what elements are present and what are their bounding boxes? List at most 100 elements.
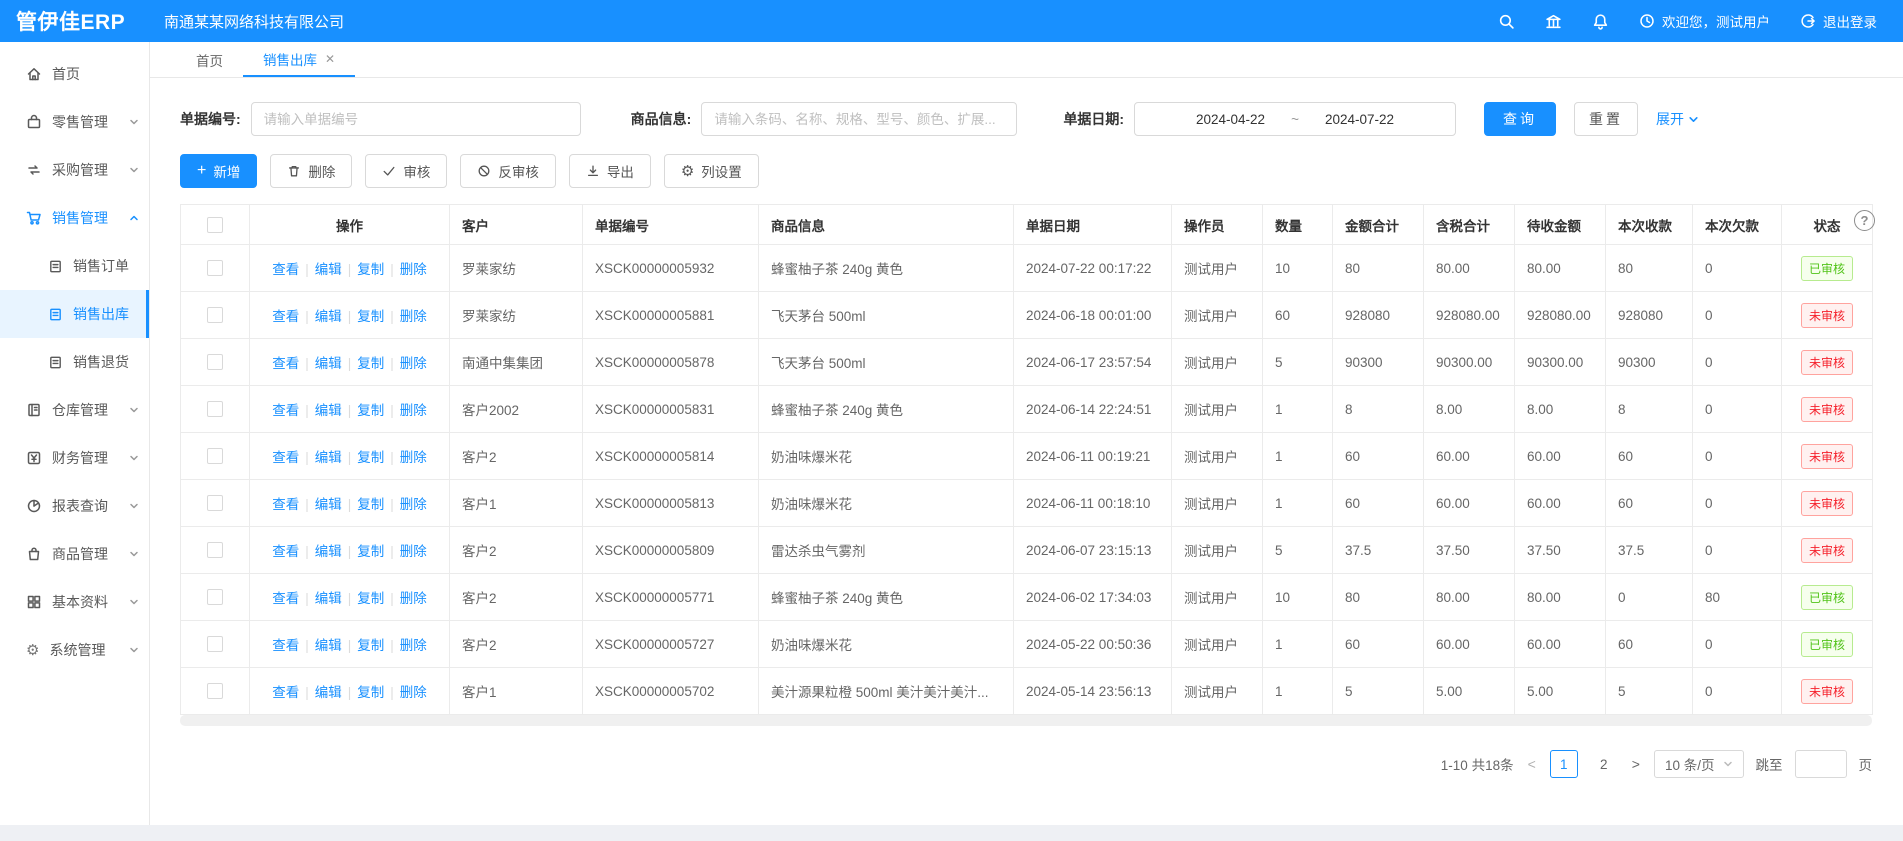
date-to[interactable]: 2024-07-22 bbox=[1325, 112, 1394, 127]
delete-link[interactable]: 删除 bbox=[400, 262, 427, 277]
edit-link[interactable]: 编辑 bbox=[315, 356, 342, 371]
sidebar-item-system[interactable]: ⚙ 系统管理 bbox=[0, 626, 149, 674]
select-all-checkbox[interactable] bbox=[207, 217, 223, 233]
row-checkbox[interactable] bbox=[207, 354, 223, 370]
edit-link[interactable]: 编辑 bbox=[315, 685, 342, 700]
view-link[interactable]: 查看 bbox=[272, 450, 299, 465]
prev-page-button[interactable]: < bbox=[1526, 756, 1538, 772]
edit-link[interactable]: 编辑 bbox=[315, 262, 342, 277]
qty-cell: 1 bbox=[1263, 668, 1333, 715]
column-settings-button[interactable]: ⚙ 列设置 bbox=[664, 154, 759, 188]
date-range-picker[interactable]: 2024-04-22 ~ 2024-07-22 bbox=[1134, 102, 1456, 136]
view-link[interactable]: 查看 bbox=[272, 497, 299, 512]
delete-link[interactable]: 删除 bbox=[400, 450, 427, 465]
row-checkbox[interactable] bbox=[207, 589, 223, 605]
product-info-input[interactable] bbox=[701, 102, 1017, 136]
next-page-button[interactable]: > bbox=[1630, 756, 1642, 772]
view-link[interactable]: 查看 bbox=[272, 403, 299, 418]
welcome-user[interactable]: 欢迎您，测试用户 bbox=[1639, 11, 1770, 31]
tab-sales-outbound[interactable]: 销售出库 ✕ bbox=[243, 42, 355, 77]
sidebar-item-home[interactable]: 首页 bbox=[0, 50, 149, 98]
bell-icon[interactable] bbox=[1592, 13, 1609, 30]
row-checkbox[interactable] bbox=[207, 495, 223, 511]
copy-link[interactable]: 复制 bbox=[357, 591, 384, 606]
sidebar-label: 商品管理 bbox=[52, 544, 108, 564]
edit-link[interactable]: 编辑 bbox=[315, 591, 342, 606]
row-checkbox[interactable] bbox=[207, 683, 223, 699]
sidebar-item-finance[interactable]: 财务管理 bbox=[0, 434, 149, 482]
delete-link[interactable]: 删除 bbox=[400, 544, 427, 559]
page-button-2[interactable]: 2 bbox=[1590, 750, 1618, 778]
delete-link[interactable]: 删除 bbox=[400, 638, 427, 653]
view-link[interactable]: 查看 bbox=[272, 591, 299, 606]
view-link[interactable]: 查看 bbox=[272, 544, 299, 559]
edit-link[interactable]: 编辑 bbox=[315, 638, 342, 653]
sidebar-item-products[interactable]: 商品管理 bbox=[0, 530, 149, 578]
search-icon[interactable] bbox=[1498, 13, 1515, 30]
expand-link[interactable]: 展开 bbox=[1656, 109, 1699, 129]
copy-link[interactable]: 复制 bbox=[357, 544, 384, 559]
sidebar-item-sales-return[interactable]: 销售退货 bbox=[0, 338, 149, 386]
sidebar-item-sales-outbound[interactable]: 销售出库 bbox=[0, 290, 149, 338]
edit-link[interactable]: 编辑 bbox=[315, 450, 342, 465]
view-link[interactable]: 查看 bbox=[272, 262, 299, 277]
export-button[interactable]: 导出 bbox=[569, 154, 651, 188]
delete-link[interactable]: 删除 bbox=[400, 403, 427, 418]
page-size-select[interactable]: 10 条/页 bbox=[1654, 750, 1744, 778]
sidebar-item-warehouse[interactable]: 仓库管理 bbox=[0, 386, 149, 434]
sidebar-item-reports[interactable]: 报表查询 bbox=[0, 482, 149, 530]
row-checkbox[interactable] bbox=[207, 448, 223, 464]
delete-link[interactable]: 删除 bbox=[400, 591, 427, 606]
organization-icon[interactable] bbox=[1545, 13, 1562, 30]
view-link[interactable]: 查看 bbox=[272, 356, 299, 371]
search-button[interactable]: 查询 bbox=[1484, 102, 1556, 136]
delete-link[interactable]: 删除 bbox=[400, 356, 427, 371]
table-row: 查看|编辑|复制|删除罗莱家纺XSCK00000005881飞天茅台 500ml… bbox=[181, 292, 1873, 339]
row-checkbox[interactable] bbox=[207, 307, 223, 323]
page-button-1[interactable]: 1 bbox=[1550, 750, 1578, 778]
doc-no-input[interactable] bbox=[251, 102, 581, 136]
help-icon[interactable]: ? bbox=[1854, 210, 1875, 231]
table-row: 查看|编辑|复制|删除客户2XSCK00000005771蜂蜜柚子茶 240g … bbox=[181, 574, 1873, 621]
close-icon[interactable]: ✕ bbox=[325, 52, 335, 66]
copy-link[interactable]: 复制 bbox=[357, 403, 384, 418]
row-checkbox[interactable] bbox=[207, 636, 223, 652]
jump-page-input[interactable] bbox=[1795, 750, 1847, 778]
delete-link[interactable]: 删除 bbox=[400, 685, 427, 700]
edit-link[interactable]: 编辑 bbox=[315, 497, 342, 512]
delete-button[interactable]: 删除 bbox=[270, 154, 352, 188]
audit-button[interactable]: 审核 bbox=[365, 154, 447, 188]
row-checkbox[interactable] bbox=[207, 401, 223, 417]
owed-cell: 0 bbox=[1693, 668, 1782, 715]
sidebar-item-basic-data[interactable]: 基本资料 bbox=[0, 578, 149, 626]
edit-link[interactable]: 编辑 bbox=[315, 544, 342, 559]
copy-link[interactable]: 复制 bbox=[357, 638, 384, 653]
sidebar-item-sales-order[interactable]: 销售订单 bbox=[0, 242, 149, 290]
logout-button[interactable]: 退出登录 bbox=[1800, 11, 1877, 31]
copy-link[interactable]: 复制 bbox=[357, 309, 384, 324]
edit-link[interactable]: 编辑 bbox=[315, 403, 342, 418]
horizontal-scrollbar[interactable] bbox=[180, 715, 1872, 726]
delete-link[interactable]: 删除 bbox=[400, 309, 427, 324]
reset-button[interactable]: 重置 bbox=[1574, 102, 1638, 136]
sidebar-item-sales[interactable]: 销售管理 bbox=[0, 194, 149, 242]
copy-link[interactable]: 复制 bbox=[357, 262, 384, 277]
tab-home[interactable]: 首页 bbox=[176, 42, 243, 77]
view-link[interactable]: 查看 bbox=[272, 638, 299, 653]
row-checkbox[interactable] bbox=[207, 542, 223, 558]
copy-link[interactable]: 复制 bbox=[357, 497, 384, 512]
copy-link[interactable]: 复制 bbox=[357, 356, 384, 371]
unaudit-button[interactable]: 反审核 bbox=[460, 154, 556, 188]
sidebar-item-purchase[interactable]: 采购管理 bbox=[0, 146, 149, 194]
add-button[interactable]: + 新增 bbox=[180, 154, 257, 188]
checkbox-cell bbox=[181, 527, 250, 574]
edit-link[interactable]: 编辑 bbox=[315, 309, 342, 324]
view-link[interactable]: 查看 bbox=[272, 309, 299, 324]
delete-link[interactable]: 删除 bbox=[400, 497, 427, 512]
copy-link[interactable]: 复制 bbox=[357, 450, 384, 465]
copy-link[interactable]: 复制 bbox=[357, 685, 384, 700]
view-link[interactable]: 查看 bbox=[272, 685, 299, 700]
sidebar-item-retail[interactable]: 零售管理 bbox=[0, 98, 149, 146]
row-checkbox[interactable] bbox=[207, 260, 223, 276]
date-from[interactable]: 2024-04-22 bbox=[1196, 112, 1265, 127]
